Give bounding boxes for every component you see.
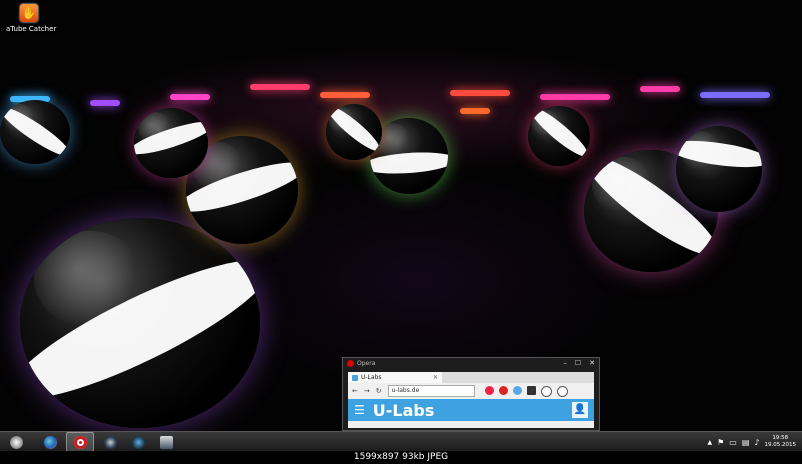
taskbar: ▲ ⚑ ▭ ▤ ♪ 19:58 19.05.2015 <box>0 431 802 452</box>
reload-icon[interactable]: ↻ <box>376 387 382 395</box>
taskbar-app-firefox[interactable] <box>38 433 62 451</box>
taskbar-thumbnail-preview[interactable]: Opera – ☐ ✕ U-Labs ✕ ← → ↻ u-labs.de ☰ U… <box>342 357 600 431</box>
neon-light <box>90 100 120 106</box>
forward-icon[interactable]: → <box>364 387 370 395</box>
browser-tab[interactable]: U-Labs ✕ <box>348 372 442 383</box>
glowing-ball <box>676 126 762 212</box>
glowing-ball <box>0 100 70 164</box>
neon-light <box>170 94 210 100</box>
display-icon[interactable]: ▭ <box>729 438 737 447</box>
tab-close-icon[interactable]: ✕ <box>433 374 438 381</box>
clock[interactable]: 19:58 19.05.2015 <box>765 435 797 449</box>
glowing-ball <box>20 218 260 428</box>
desktop-wallpaper: ✋ aTube Catcher Opera – ☐ ✕ U-Labs ✕ ← →… <box>0 0 802 431</box>
volume-icon[interactable]: ♪ <box>754 438 759 447</box>
browser-snapshot: U-Labs ✕ ← → ↻ u-labs.de ☰ U-Labs 👤 <box>348 372 594 428</box>
launcher-icon <box>159 435 173 449</box>
tab-title: U-Labs <box>361 374 382 381</box>
site-brand[interactable]: U-Labs <box>373 401 435 420</box>
hamburger-menu-icon[interactable]: ☰ <box>354 403 365 417</box>
start-orb-icon <box>9 435 23 449</box>
neon-light <box>450 90 510 96</box>
minimize-button[interactable]: – <box>563 359 567 367</box>
taskbar-app-update[interactable] <box>126 433 150 451</box>
taskbar-app-steam[interactable] <box>98 433 122 451</box>
clock-time: 19:58 <box>772 435 789 441</box>
desktop-shortcut-atube-catcher[interactable]: ✋ aTube Catcher <box>6 4 57 33</box>
image-caption: 1599x897 93kb JPEG <box>0 451 802 464</box>
neon-light <box>540 94 610 100</box>
adblock-icon[interactable] <box>498 385 508 395</box>
opera-icon <box>73 435 87 449</box>
taskbar-app-launcher[interactable] <box>154 433 178 451</box>
download-icon[interactable] <box>540 385 552 397</box>
account-icon[interactable] <box>556 385 568 397</box>
network-icon[interactable]: ▤ <box>742 438 750 447</box>
preview-window-title: Opera <box>357 359 376 367</box>
user-icon[interactable]: 👤 <box>572 402 588 418</box>
start-button[interactable] <box>4 433 28 451</box>
firefox-icon <box>43 435 57 449</box>
desktop-shortcut-label: aTube Catcher <box>6 25 57 33</box>
preview-titlebar: Opera – ☐ ✕ <box>343 358 599 368</box>
address-bar[interactable]: u-labs.de <box>387 385 475 397</box>
back-icon[interactable]: ← <box>352 387 358 395</box>
steam-icon <box>103 435 117 449</box>
neon-light <box>320 92 370 98</box>
glowing-ball <box>326 104 382 160</box>
taskbar-app-opera[interactable] <box>66 432 94 452</box>
extension-icon[interactable] <box>512 385 522 395</box>
system-tray: ▲ ⚑ ▭ ▤ ♪ 19:58 19.05.2015 <box>707 435 802 449</box>
maximize-button[interactable]: ☐ <box>575 359 581 367</box>
glowing-ball <box>134 108 208 178</box>
neon-light <box>640 86 680 92</box>
opera-icon <box>347 359 354 367</box>
hand-icon: ✋ <box>20 4 38 22</box>
extension-icon[interactable] <box>526 385 536 395</box>
update-icon <box>131 435 145 449</box>
glowing-ball <box>528 106 590 166</box>
favicon-icon <box>352 374 358 381</box>
heart-icon[interactable] <box>484 385 494 395</box>
tray-overflow-chevron-icon[interactable]: ▲ <box>707 439 712 446</box>
neon-light <box>250 84 310 90</box>
action-center-flag-icon[interactable]: ⚑ <box>717 438 724 447</box>
close-button[interactable]: ✕ <box>589 359 595 367</box>
neon-light <box>700 92 770 98</box>
clock-date: 19.05.2015 <box>764 442 797 448</box>
site-header: ☰ U-Labs 👤 <box>348 399 594 421</box>
neon-light <box>460 108 490 114</box>
